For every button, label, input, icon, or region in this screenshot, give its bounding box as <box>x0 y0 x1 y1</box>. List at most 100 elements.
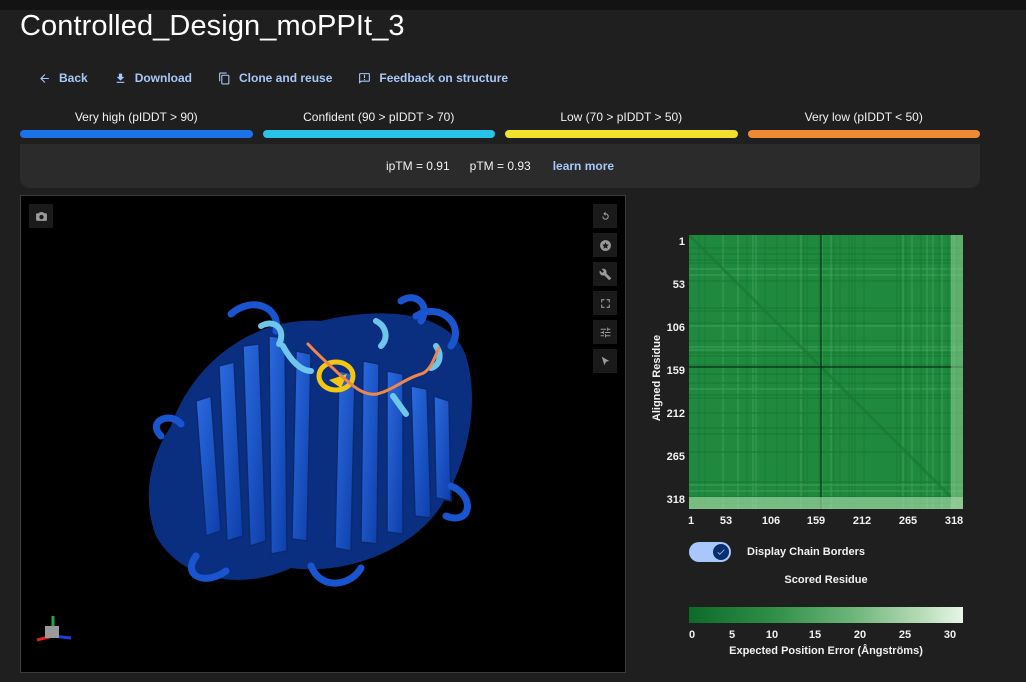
y-tick-label: 1 <box>678 236 685 248</box>
protein-structure-render[interactable] <box>21 196 626 673</box>
y-tick-label: 212 <box>666 408 685 420</box>
colorbar-tick: 5 <box>728 629 736 641</box>
copy-icon <box>219 72 230 84</box>
pae-y-axis-label: Aligned Residue <box>651 334 663 422</box>
pae-x-axis-label: Scored Residue <box>784 574 868 586</box>
heatmap-row-band <box>689 481 963 483</box>
heatmap-column-band <box>932 235 934 509</box>
chain-borders-label: Display Chain Borders <box>747 546 865 558</box>
heatmap-column-band <box>797 235 799 509</box>
page-title: Controlled_Design_moPPIt_3 <box>20 10 405 42</box>
iptm-score: ipTM = 0.91 <box>385 159 450 173</box>
heatmap-column-band <box>752 235 754 509</box>
legend-label: Low (70 > pIDDT > 50) <box>560 110 683 124</box>
download-label: Download <box>134 71 193 85</box>
legend-confident: Confident (90 > pIDDT > 70) <box>262 108 495 138</box>
heatmap-column-band <box>776 235 778 509</box>
heatmap-column-band <box>803 235 805 509</box>
measure-icon <box>599 268 611 280</box>
colorbar-tick: 15 <box>808 629 822 641</box>
heatmap-row-band <box>689 484 963 486</box>
download-icon <box>116 73 124 83</box>
back-label: Back <box>59 71 88 85</box>
heatmap-column-band <box>755 235 757 509</box>
heatmap-column-band <box>764 235 766 509</box>
heatmap-column-band <box>926 235 928 509</box>
x-tick-label: 159 <box>806 515 826 527</box>
legend-label: Very high (pIDDT > 90) <box>74 110 198 124</box>
ptm-score: pTM = 0.93 <box>469 159 531 173</box>
toggle-knob <box>713 544 729 560</box>
select-cursor-button[interactable] <box>593 349 617 373</box>
viewer-toolbar <box>593 204 617 373</box>
heatmap-column-band <box>896 235 898 509</box>
legend-bar <box>262 130 495 138</box>
confidence-legend: Very high (pIDDT > 90) Confident (90 > p… <box>20 108 980 138</box>
heatmap-column-band <box>848 235 850 509</box>
check-icon <box>717 549 725 555</box>
spin-button[interactable] <box>593 233 617 257</box>
heatmap-column-band <box>806 235 808 509</box>
legend-bar <box>747 130 980 138</box>
heatmap-column-band <box>839 235 841 509</box>
clone-label: Clone and reuse <box>239 71 333 85</box>
arrow-left-icon <box>40 73 49 83</box>
y-tick-label: 53 <box>672 279 685 291</box>
heatmap-column-band <box>737 235 739 509</box>
heatmap-column-band <box>833 235 835 509</box>
colorbar-tick: 10 <box>765 629 779 641</box>
heatmap-column-band <box>851 235 853 509</box>
feedback-button[interactable]: Feedback on structure <box>358 68 508 88</box>
x-tick-label: 318 <box>944 515 964 527</box>
camera-button[interactable] <box>29 204 53 228</box>
spin-icon <box>599 239 611 251</box>
reset-view-button[interactable] <box>593 204 617 228</box>
feedback-label: Feedback on structure <box>379 71 509 85</box>
x-tick-label: 53 <box>719 515 733 527</box>
y-tick-label: 106 <box>666 322 685 334</box>
feedback-icon <box>359 72 371 84</box>
select-cursor-icon <box>601 356 609 365</box>
colorbar-tick: 0 <box>688 629 696 641</box>
legend-bar <box>20 130 253 138</box>
settings-button[interactable] <box>593 320 617 344</box>
settings-icon <box>600 327 610 337</box>
colorbar-tick: 20 <box>853 629 867 641</box>
heatmap-column-band <box>830 235 832 509</box>
chain-borders-toggle[interactable] <box>689 542 731 562</box>
axes-gizmo <box>36 616 72 642</box>
chain-borders-toggle-row: Display Chain Borders <box>689 542 865 562</box>
fullscreen-button[interactable] <box>593 291 617 315</box>
heatmap-column-band <box>902 235 904 509</box>
back-button[interactable]: Back <box>38 68 88 88</box>
protein-body <box>148 294 472 587</box>
pae-heatmap[interactable] <box>689 235 963 509</box>
x-tick-label: 106 <box>761 515 781 527</box>
x-tick-label: 212 <box>852 515 872 527</box>
structure-viewer[interactable] <box>20 195 626 673</box>
measure-button[interactable] <box>593 262 617 286</box>
heatmap-column-band <box>722 235 724 509</box>
heatmap-column-band <box>800 235 802 509</box>
heatmap-column-band <box>746 235 748 509</box>
legend-low: Low (70 > pIDDT > 50) <box>505 108 738 138</box>
action-bar: Back Download Clone and reuse Feedback o… <box>38 68 534 88</box>
x-tick-label: 265 <box>898 515 918 527</box>
colorbar-tick: 30 <box>943 629 957 641</box>
x-tick-label: 1 <box>687 515 695 527</box>
download-button[interactable]: Download <box>114 68 192 88</box>
heatmap-column-band <box>899 235 901 509</box>
y-tick-label: 265 <box>666 451 685 463</box>
clone-button[interactable]: Clone and reuse <box>218 68 332 88</box>
heatmap-row-band <box>689 490 963 492</box>
heatmap-column-band <box>905 235 907 509</box>
heatmap-column-band <box>854 235 856 509</box>
learn-more-link[interactable]: learn more <box>553 159 614 173</box>
reset-view-icon <box>601 211 609 220</box>
legend-very-high: Very high (pIDDT > 90) <box>20 108 253 138</box>
heatmap-column-band <box>863 235 865 509</box>
y-tick-label: 159 <box>666 365 685 377</box>
colorbar-title: Expected Position Error (Ångströms) <box>729 645 923 657</box>
colorbar-tick: 25 <box>898 629 912 641</box>
heatmap-column-band <box>704 235 706 509</box>
